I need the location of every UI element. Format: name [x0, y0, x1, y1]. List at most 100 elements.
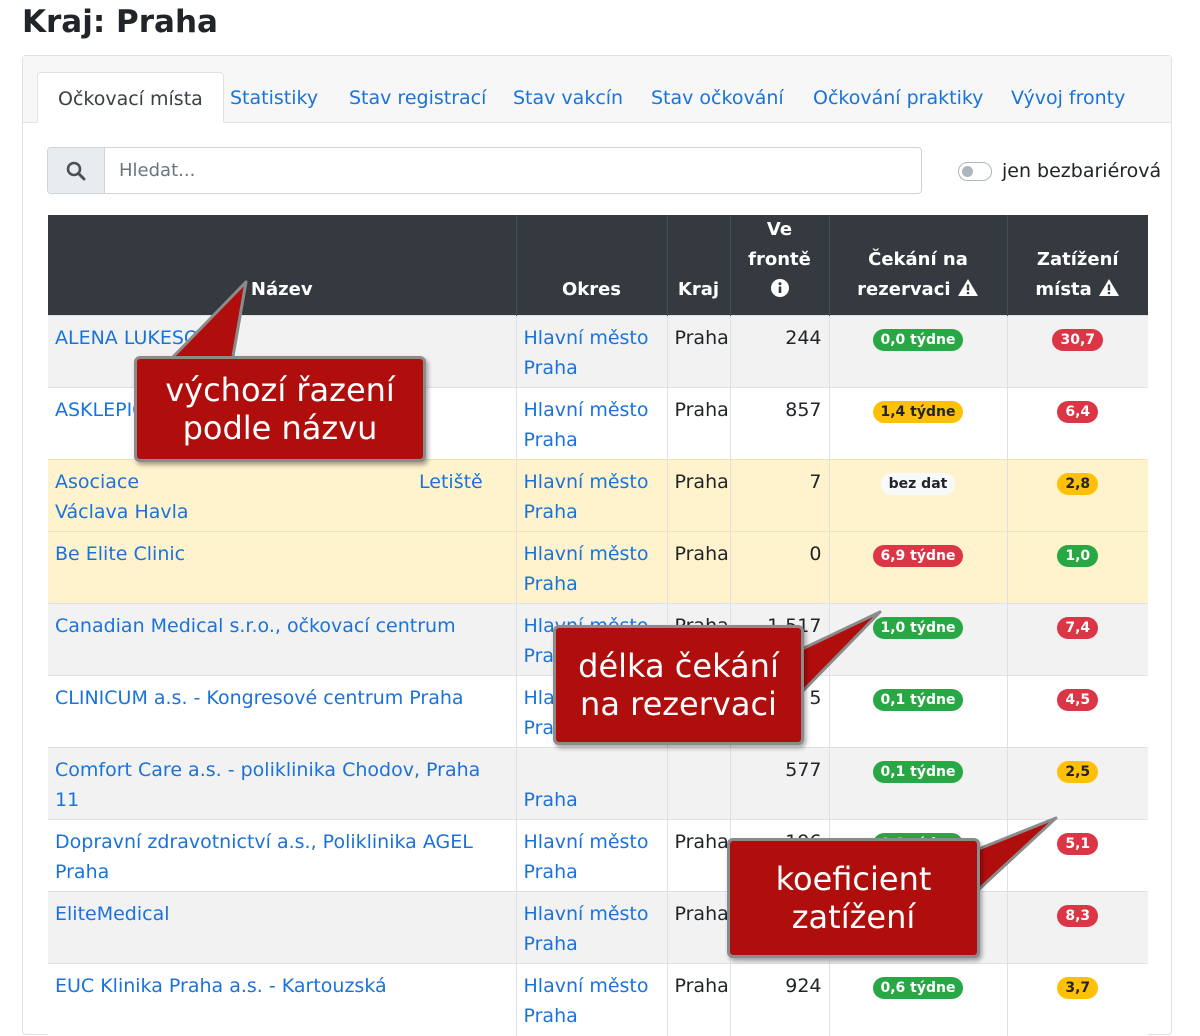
- table-row: Comfort Care a.s. - poliklinika Chodov, …: [48, 747, 1148, 820]
- page-title: Kraj: Praha: [22, 4, 218, 40]
- load-cell: 2,5: [1007, 747, 1148, 820]
- okres-link[interactable]: Hlavní město Praha: [524, 327, 649, 379]
- okres-link[interactable]: Hlavní město Praha: [524, 543, 649, 595]
- wait-cell: 1,0 týdne: [829, 603, 1008, 676]
- wait-badge: 0,0 týdne: [872, 329, 964, 351]
- load-cell: 2,8: [1007, 459, 1148, 532]
- load-cell: 5,1: [1007, 819, 1148, 892]
- queue-cell: 924: [730, 963, 830, 1036]
- site-name-cell: Canadian Medical s.r.o., očkovací centru…: [48, 603, 517, 676]
- wait-badge: 1,0 týdne: [872, 617, 964, 639]
- wait-annotation: délka čekání na rezervaci: [553, 625, 804, 745]
- wait-badge: 0,1 týdne: [872, 761, 964, 783]
- load-cell: 4,5: [1007, 675, 1148, 748]
- tab-stav-ockovani[interactable]: Stav očkování: [631, 72, 804, 122]
- tab-statistiky[interactable]: Statistiky: [210, 72, 338, 122]
- load-cell: 8,3: [1007, 891, 1148, 964]
- search-icon: [48, 148, 105, 193]
- table-row: EUC Klinika Praha a.s. - Kartouzská Hlav…: [48, 963, 1148, 1036]
- okres-cell: Hlavní město Praha: [516, 819, 668, 892]
- table-row: EliteMedical Hlavní město Praha Praha 8,3: [48, 891, 1148, 964]
- col-header-queue[interactable]: Ve frontě: [730, 215, 830, 316]
- okres-link[interactable]: Hlavní město Praha: [524, 975, 649, 1027]
- main-card: Očkovací místa Statistiky Stav registrac…: [22, 55, 1172, 1036]
- load-badge: 2,8: [1057, 473, 1099, 495]
- okres-link[interactable]: Hla Pra: [524, 687, 555, 739]
- site-name-cell: Comfort Care a.s. - poliklinika Chodov, …: [48, 747, 517, 820]
- load-badge: 6,4: [1057, 401, 1099, 423]
- tab-stav-vakcin[interactable]: Stav vakcín: [493, 72, 643, 122]
- load-badge: 8,3: [1057, 905, 1099, 927]
- load-annotation: koeficient zatížení: [727, 838, 980, 958]
- load-cell: 3,7: [1007, 963, 1148, 1036]
- okres-cell: Hlavní město Praha: [516, 459, 668, 532]
- okres-link[interactable]: Hlavní město Praha: [524, 831, 649, 883]
- col-header-wait[interactable]: Čekání na rezervaci: [829, 215, 1008, 316]
- col-header-load[interactable]: Zatížení místa: [1007, 215, 1148, 316]
- okres-cell: Hlavní město Praha: [516, 531, 668, 604]
- okres-link[interactable]: Hlavní město Praha: [524, 471, 649, 523]
- queue-cell: 0: [730, 531, 830, 604]
- kraj-cell: Praha: [667, 387, 731, 460]
- col-header-okres[interactable]: Okres: [516, 215, 668, 316]
- load-badge: 7,4: [1057, 617, 1099, 639]
- kraj-cell: Praha: [667, 315, 731, 388]
- site-link[interactable]: EUC Klinika Praha a.s. - Kartouzská: [55, 975, 387, 997]
- tab-ockovani-praktiky[interactable]: Očkování praktiky: [793, 72, 1003, 122]
- warning-icon[interactable]: [957, 278, 979, 297]
- wait-cell: 6,9 týdne: [829, 531, 1008, 604]
- load-badge: 4,5: [1057, 689, 1099, 711]
- wait-cell: 0,1 týdne: [829, 675, 1008, 748]
- okres-cell: Hlavní město Praha: [516, 891, 668, 964]
- load-cell: 1,0: [1007, 531, 1148, 604]
- load-badge: 1,0: [1057, 545, 1099, 567]
- kraj-cell: Praha: [667, 531, 731, 604]
- okres-link[interactable]: Praha: [524, 789, 578, 811]
- table-row-highlighted: Asociace Letiště Václava Havla Hlavní měst…: [48, 459, 1148, 532]
- accessible-toggle[interactable]: [958, 161, 992, 181]
- tab-ockovaci-mista[interactable]: Očkovací místa: [37, 72, 224, 123]
- wait-cell: 0,0 týdne: [829, 315, 1008, 388]
- queue-cell: 7: [730, 459, 830, 532]
- load-cell: 30,7: [1007, 315, 1148, 388]
- site-name-cell: Be Elite Clinic: [48, 531, 517, 604]
- kraj-cell: Praha: [667, 963, 731, 1036]
- site-name-cell: CLINICUM a.s. - Kongresové centrum Praha: [48, 675, 517, 748]
- search-group: [47, 147, 922, 194]
- accessible-toggle-label[interactable]: jen bezbariérová: [1002, 160, 1161, 182]
- wait-badge: 1,4 týdne: [872, 401, 964, 423]
- table-row: Dopravní zdravotnictví a.s., Poliklinika…: [48, 819, 1148, 892]
- table-row-highlighted: Be Elite Clinic Hlavní město Praha Praha …: [48, 531, 1148, 604]
- tab-stav-registraci[interactable]: Stav registrací: [329, 72, 506, 122]
- kraj-cell: Praha: [667, 819, 731, 892]
- site-link[interactable]: Comfort Care a.s. - poliklinika Chodov, …: [55, 759, 480, 811]
- site-link[interactable]: Dopravní zdravotnictví a.s., Poliklinika…: [55, 831, 473, 883]
- site-link[interactable]: ALENA LUKESOVA: [55, 327, 223, 349]
- warning-icon[interactable]: [1098, 278, 1120, 297]
- tab-bar: Očkovací místa Statistiky Stav registrac…: [23, 56, 1171, 123]
- kraj-cell: [667, 747, 731, 820]
- site-link[interactable]: Asociace Letiště Václava Havla: [55, 471, 483, 523]
- col-header-name[interactable]: Název: [48, 215, 517, 316]
- okres-link[interactable]: Hlavní město Praha: [524, 399, 649, 451]
- table-header-row: Název Okres Kraj Ve frontě Čekání na reze…: [48, 215, 1148, 316]
- accessible-filter: jen bezbariérová: [958, 160, 1161, 182]
- col-header-kraj[interactable]: Kraj: [667, 215, 731, 316]
- load-badge: 2,5: [1057, 761, 1099, 783]
- tab-vyvoj-fronty[interactable]: Vývoj fronty: [991, 72, 1145, 122]
- site-name-cell: EliteMedical: [48, 891, 517, 964]
- kraj-cell: Praha: [667, 891, 731, 964]
- load-badge: 30,7: [1052, 329, 1104, 351]
- site-link[interactable]: CLINICUM a.s. - Kongresové centrum Praha: [55, 687, 464, 709]
- site-name-cell: Asociace Letiště Václava Havla: [48, 459, 517, 532]
- site-link[interactable]: Be Elite Clinic: [55, 543, 185, 565]
- load-badge: 3,7: [1057, 977, 1099, 999]
- okres-cell: Hlavní město Praha: [516, 963, 668, 1036]
- search-input[interactable]: [105, 148, 915, 193]
- site-link[interactable]: Canadian Medical s.r.o., očkovací centru…: [55, 615, 456, 637]
- info-icon[interactable]: [770, 279, 789, 297]
- site-link[interactable]: EliteMedical: [55, 903, 170, 925]
- okres-link[interactable]: Hlavní město Praha: [524, 903, 649, 955]
- okres-cell: Hlavní město Praha: [516, 387, 668, 460]
- queue-cell: 577: [730, 747, 830, 820]
